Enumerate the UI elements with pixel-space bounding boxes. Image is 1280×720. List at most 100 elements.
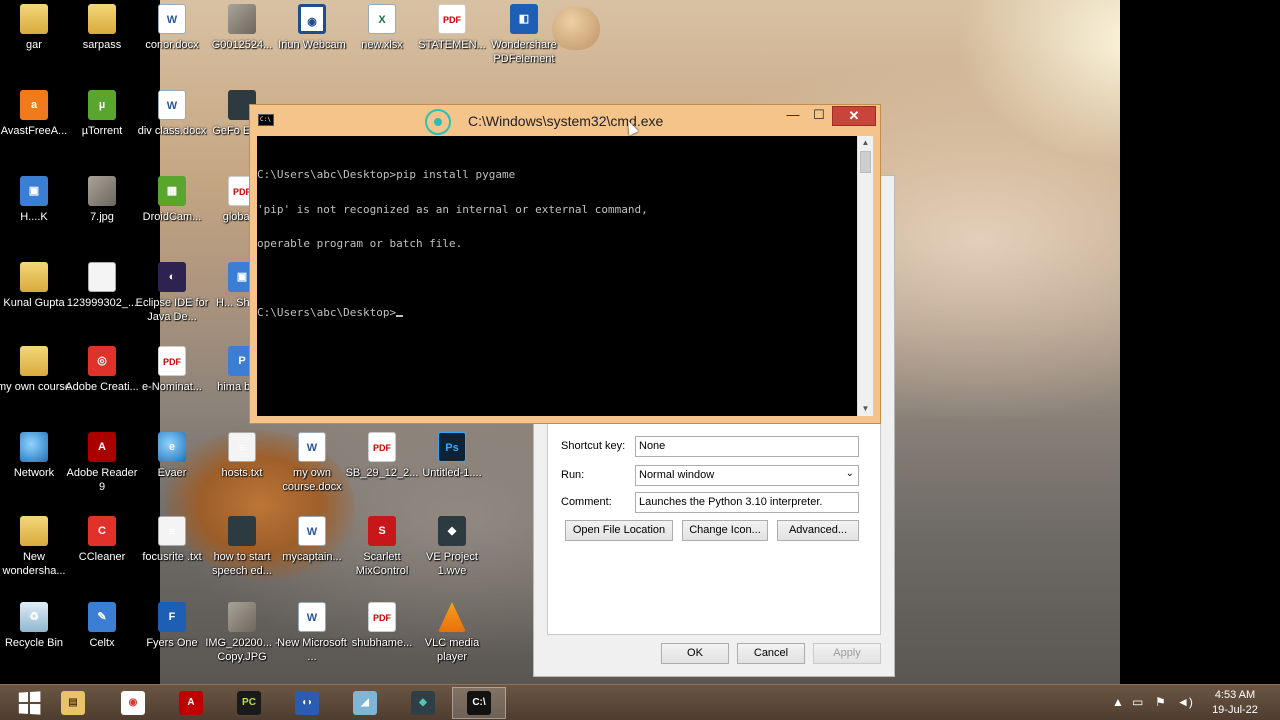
desktop-icon[interactable]: Wmycaptain... [275,516,349,564]
desktop-icon-image: Ps [438,432,466,462]
open-file-location-button[interactable]: Open File Location [565,520,673,541]
console-line: ​ [257,273,857,285]
taskbar-pycharm-button[interactable]: PC [222,687,276,719]
scrollbar-thumb[interactable] [860,151,871,173]
desktop-icon[interactable]: Wconor.docx [135,4,209,52]
desktop-icon-label: hosts.txt [221,467,263,479]
desktop-icon[interactable]: S Scarlett MixControl [345,516,419,578]
desktop-icon[interactable]: ▦ DroidCam... [135,176,209,224]
taskbar-file-explorer-button[interactable]: ▤ [46,687,100,719]
desktop-icon[interactable]: gar [0,4,71,52]
desktop-icon-image: a [20,90,48,120]
desktop-icon-image: F [158,602,186,632]
desktop-icon[interactable]: New wondersha... [0,516,71,578]
maximize-button[interactable]: ☐ [806,106,832,126]
desktop-icon[interactable]: 7.jpg [65,176,139,224]
taskbar-cmd-button[interactable]: C:\ [452,687,506,719]
desktop-icon-image: ♻ [20,602,48,632]
desktop-icon-image: µ [88,90,116,120]
minimize-button[interactable]: — [780,106,806,126]
taskbar-filmora-button[interactable]: ◆ [396,687,450,719]
advanced-button[interactable]: Advanced... [777,520,859,541]
desktop-icon[interactable]: how to start speech ed... [205,516,279,578]
desktop-icon[interactable]: ◧ Wondershare PDFelement [487,4,561,66]
cmd-title-bar[interactable]: C:\ C:\Windows\system32\cmd.exe — ☐ ✕ [250,105,880,135]
desktop-icon[interactable]: ♻ Recycle Bin [0,602,71,650]
desktop-icon[interactable]: Wmy own course.docx [275,432,349,494]
vertical-scrollbar[interactable]: ▲ ▼ [857,136,873,416]
console-output[interactable]: C:\Users\abc\Desktop>pip install pygame … [257,136,857,416]
desktop-icon[interactable]: ◆ VE Project 1.wve [415,516,489,578]
desktop-icon-image: W [298,516,326,546]
desktop-icon[interactable]: ◎ Adobe Creati... [65,346,139,394]
desktop-icon[interactable]: VLC media player [415,602,489,664]
desktop-icon[interactable]: ◐ Eclipse IDE for Java De... [135,262,209,324]
desktop-icon[interactable]: ▣ H....K [0,176,71,224]
desktop-icon[interactable]: IMG_20200... - Copy.JPG [205,602,279,664]
desktop-icon[interactable]: 123999302_... [65,262,139,310]
desktop-icon[interactable]: PDF SB_29_12_2... [345,432,419,480]
run-select[interactable]: Normal window ⌄ [635,465,859,486]
desktop-icon-image [438,602,466,632]
desktop-icon-image: W [158,90,186,120]
eraser-icon: ◢ [353,691,377,715]
desktop-icon[interactable]: G0012524... [205,4,279,52]
desktop-icon-image: W [298,602,326,632]
chrome-icon: ◉ [121,691,145,715]
comment-field[interactable]: Launches the Python 3.10 interpreter. [635,492,859,513]
desktop-icon[interactable]: a AvastFreeA... [0,90,71,138]
desktop-icon[interactable]: PDF STATEMEN... [415,4,489,52]
desktop-icon[interactable]: e Evaer [135,432,209,480]
volume-icon[interactable]: ◄) [1177,695,1193,709]
desktop-icon[interactable]: C CCleaner [65,516,139,564]
desktop-icon-label: Kunal Gupta [3,297,65,309]
apply-button[interactable]: Apply [813,643,881,664]
close-button[interactable]: ✕ [832,106,876,126]
change-icon-button[interactable]: Change Icon... [682,520,768,541]
desktop-icon[interactable]: sarpass [65,4,139,52]
desktop-icon[interactable]: Wdiv class.docx [135,90,209,138]
ok-button[interactable]: OK [661,643,729,664]
desktop-icon[interactable]: Xnew.xlsx [345,4,419,52]
cancel-button[interactable]: Cancel [737,643,805,664]
desktop-icon[interactable]: Network [0,432,71,480]
desktop-icon[interactable]: my own course [0,346,71,394]
desktop-icon[interactable]: PDF e-Nominat... [135,346,209,394]
desktop-icon-label: 7.jpg [90,211,114,223]
desktop-icon[interactable]: W New Microsoft ... [275,602,349,664]
cmd-app-icon[interactable]: C:\ [258,114,274,126]
desktop-icon-label: Adobe Reader 9 [66,467,138,493]
taskbar-acrobat-button[interactable]: A [164,687,218,719]
taskbar-chrome-button[interactable]: ◉ [106,687,160,719]
desktop-icon[interactable]: F Fyers One [135,602,209,650]
desktop-icon[interactable]: ✎ Celtx [65,602,139,650]
desktop-icon-label: conor.docx [145,39,199,51]
desktop-icon[interactable]: µ µTorrent [65,90,139,138]
desktop-icon-image: e [158,432,186,462]
taskbar-clock[interactable]: 4:53 AM 19-Jul-22 [1203,688,1267,718]
taskbar-eraser-button[interactable]: ◢ [338,687,392,719]
show-hidden-icons-icon[interactable]: ▲ [1112,695,1124,709]
scroll-down-arrow-icon[interactable]: ▼ [858,402,873,416]
scroll-up-arrow-icon[interactable]: ▲ [858,136,873,150]
windows-logo-icon [18,691,41,715]
desktop-icon-image [88,4,116,34]
taskbar-audacity-button[interactable]: ◖◗ [280,687,334,719]
desktop-icon-label: my own course.docx [282,467,342,493]
action-center-flag-icon[interactable]: ⚑ [1155,695,1166,709]
cmd-window[interactable]: C:\ C:\Windows\system32\cmd.exe — ☐ ✕ C:… [249,104,881,424]
desktop-icon[interactable]: A Adobe Reader 9 [65,432,139,494]
desktop-icon[interactable]: ≡ hosts.txt [205,432,279,480]
desktop-icon[interactable]: ≡ focusrite .txt [135,516,209,564]
shortcut-key-field[interactable]: None [635,436,859,457]
desktop-icon[interactable]: Ps Untitled-1.... [415,432,489,480]
desktop-icon-image [20,432,48,462]
desktop-icon[interactable]: ◉ Iriun Webcam [275,4,349,52]
desktop-icon[interactable]: Kunal Gupta [0,262,71,310]
clock-time: 4:53 AM [1214,689,1256,701]
desktop-icon-label: New Microsoft ... [277,637,347,663]
desktop-icon-label: Eclipse IDE for Java De... [135,297,209,323]
desktop-icon-image: ◧ [510,4,538,34]
network-icon[interactable]: ▭ [1132,695,1143,709]
desktop-icon[interactable]: PDF shubhame... [345,602,419,650]
